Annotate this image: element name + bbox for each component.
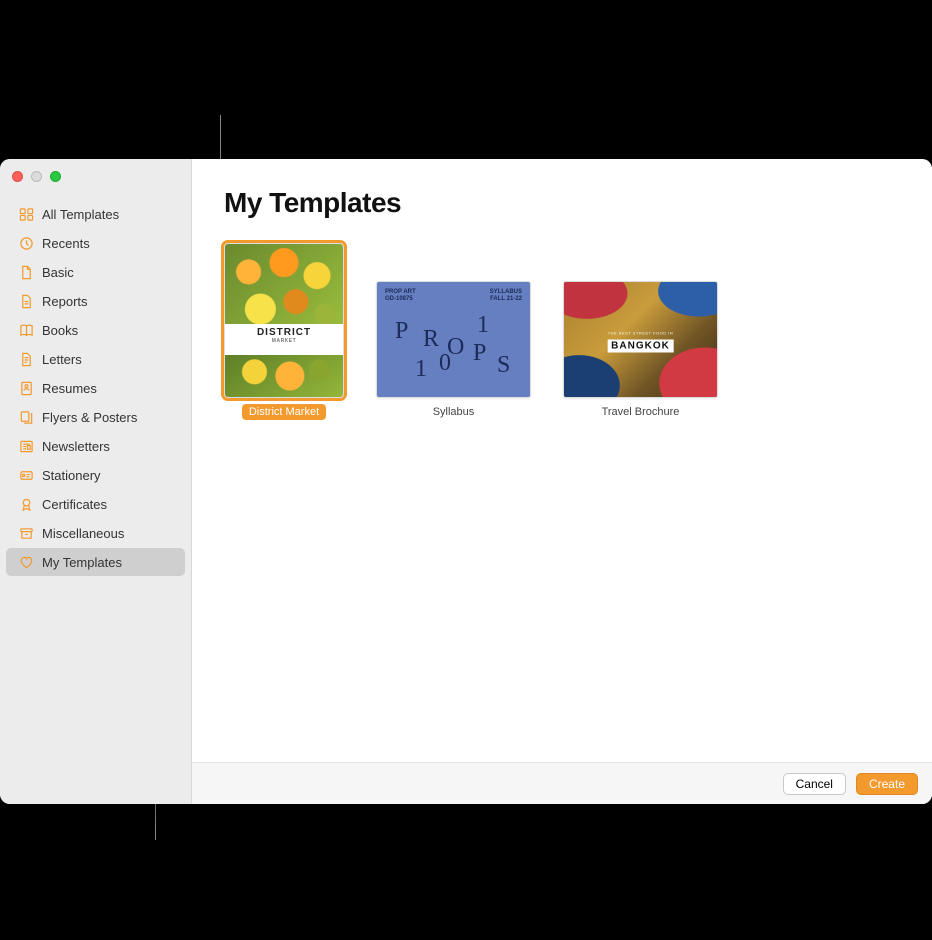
thumbnail-title-band: DISTRICT MARKET [225,324,343,344]
sidebar-item-certificates[interactable]: Certificates [6,490,185,518]
sidebar-item-reports[interactable]: Reports [6,287,185,315]
thumb-text: PROP ART [385,289,416,296]
sidebar-item-flyers-posters[interactable]: Flyers & Posters [6,403,185,431]
sidebar-item-label: Miscellaneous [42,526,124,541]
sidebar-item-label: Letters [42,352,82,367]
template-thumbnail: PROP ART GD-10875 SYLLABUS FALL 21-22 P … [376,281,531,398]
person-icon [18,380,34,396]
template-label: Syllabus [426,404,482,420]
document-icon [18,351,34,367]
template-label: District Market [242,404,326,420]
thumbnail-title: DISTRICT [257,327,311,338]
create-button[interactable]: Create [856,773,918,795]
template-chooser-window: All Templates Recents Basic Reports Book [0,159,932,804]
document-icon [18,293,34,309]
sidebar-item-basic[interactable]: Basic [6,258,185,286]
thumb-pretitle: THE BEST STREET FOOD IN [607,330,674,335]
sidebar-item-label: Recents [42,236,90,251]
sidebar-item-books[interactable]: Books [6,316,185,344]
minimize-window-button[interactable] [31,171,42,182]
sidebar-item-label: Stationery [42,468,101,483]
sidebar-item-my-templates[interactable]: My Templates [6,548,185,576]
template-district-market[interactable]: DISTRICT MARKET District Market [224,243,344,420]
sidebar-item-miscellaneous[interactable]: Miscellaneous [6,519,185,547]
thumb-city: BANGKOK [607,339,674,352]
sidebar-item-label: Basic [42,265,74,280]
sidebar-item-label: Books [42,323,78,338]
close-window-button[interactable] [12,171,23,182]
sidebar-item-label: Reports [42,294,88,309]
template-thumbnail: DISTRICT MARKET [224,243,344,398]
sidebar-item-recents[interactable]: Recents [6,229,185,257]
template-label: Travel Brochure [595,404,687,420]
sidebar-item-stationery[interactable]: Stationery [6,461,185,489]
thumb-text: SYLLABUS [490,289,522,296]
cancel-button[interactable]: Cancel [783,773,846,795]
sidebar-item-label: All Templates [42,207,119,222]
ribbon-icon [18,496,34,512]
sidebar-item-newsletters[interactable]: Newsletters [6,432,185,460]
thumbnail-photo-bottom [225,355,343,397]
main-panel: My Templates DISTRICT MARKET District Ma… [192,159,932,804]
layers-icon [18,409,34,425]
thumbnail-caption: THE BEST STREET FOOD IN BANGKOK [607,330,674,353]
template-syllabus[interactable]: PROP ART GD-10875 SYLLABUS FALL 21-22 P … [376,281,531,420]
zoom-window-button[interactable] [50,171,61,182]
thumbnail-subtitle: MARKET [225,338,343,344]
card-icon [18,467,34,483]
sidebar-item-label: Flyers & Posters [42,410,137,425]
template-grid: DISTRICT MARKET District Market PROP ART… [224,243,900,420]
sidebar-item-letters[interactable]: Letters [6,345,185,373]
thumb-text: GD-10875 [385,296,416,303]
heart-icon [18,554,34,570]
sidebar-item-all-templates[interactable]: All Templates [6,200,185,228]
template-travel-brochure[interactable]: THE BEST STREET FOOD IN BANGKOK Travel B… [563,281,718,420]
clock-icon [18,235,34,251]
window-controls [12,171,61,182]
archive-icon [18,525,34,541]
main-content: My Templates DISTRICT MARKET District Ma… [192,159,932,762]
footer-bar: Cancel Create [192,762,932,804]
grid-icon [18,206,34,222]
book-icon [18,322,34,338]
sidebar: All Templates Recents Basic Reports Book [0,159,192,804]
sidebar-item-label: Certificates [42,497,107,512]
template-thumbnail: THE BEST STREET FOOD IN BANGKOK [563,281,718,398]
thumb-text: FALL 21-22 [490,296,522,303]
sidebar-item-label: My Templates [42,555,122,570]
thumbnail-header-right: SYLLABUS FALL 21-22 [490,289,522,302]
sidebar-item-resumes[interactable]: Resumes [6,374,185,402]
sidebar-item-label: Resumes [42,381,97,396]
sidebar-item-label: Newsletters [42,439,110,454]
thumbnail-header-left: PROP ART GD-10875 [385,289,416,302]
document-icon [18,264,34,280]
newspaper-icon [18,438,34,454]
page-title: My Templates [224,187,900,219]
